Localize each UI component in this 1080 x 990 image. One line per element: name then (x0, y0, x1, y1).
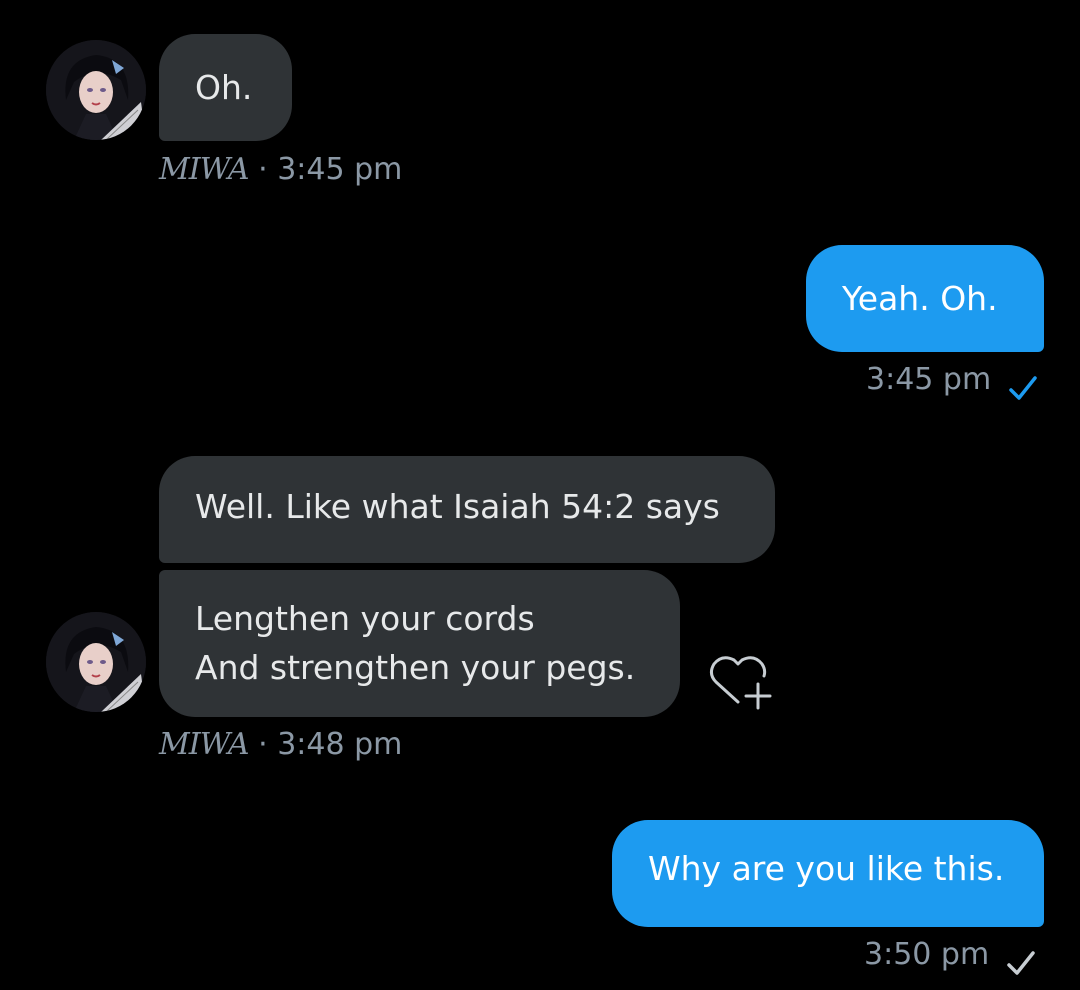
sender-name: MIWA (159, 152, 250, 187)
message-bubble-outgoing[interactable]: Why are you like this. (612, 820, 1044, 927)
meta-separator: · (258, 727, 268, 762)
message-bubble-incoming[interactable]: Oh. (159, 34, 292, 141)
checkmark-icon (1007, 951, 1035, 975)
sender-name: MIWA (159, 727, 250, 762)
heart-plus-icon[interactable] (706, 652, 778, 714)
message-bubble-incoming[interactable]: Lengthen your cords And strengthen your … (159, 570, 680, 717)
message-meta: MIWA · 3:45 pm (159, 152, 402, 187)
avatar[interactable] (46, 612, 146, 712)
timestamp: 3:45 pm (277, 152, 403, 187)
timestamp: 3:45 pm (866, 362, 992, 397)
message-bubble-outgoing[interactable]: Yeah. Oh. (806, 245, 1044, 352)
checkmark-icon (1009, 376, 1037, 400)
timestamp: 3:50 pm (864, 937, 990, 972)
message-bubble-incoming[interactable]: Well. Like what Isaiah 54:2 says (159, 456, 775, 563)
avatar[interactable] (46, 40, 146, 140)
message-meta: MIWA · 3:48 pm (159, 727, 402, 762)
timestamp: 3:48 pm (277, 727, 403, 762)
meta-separator: · (258, 152, 268, 187)
